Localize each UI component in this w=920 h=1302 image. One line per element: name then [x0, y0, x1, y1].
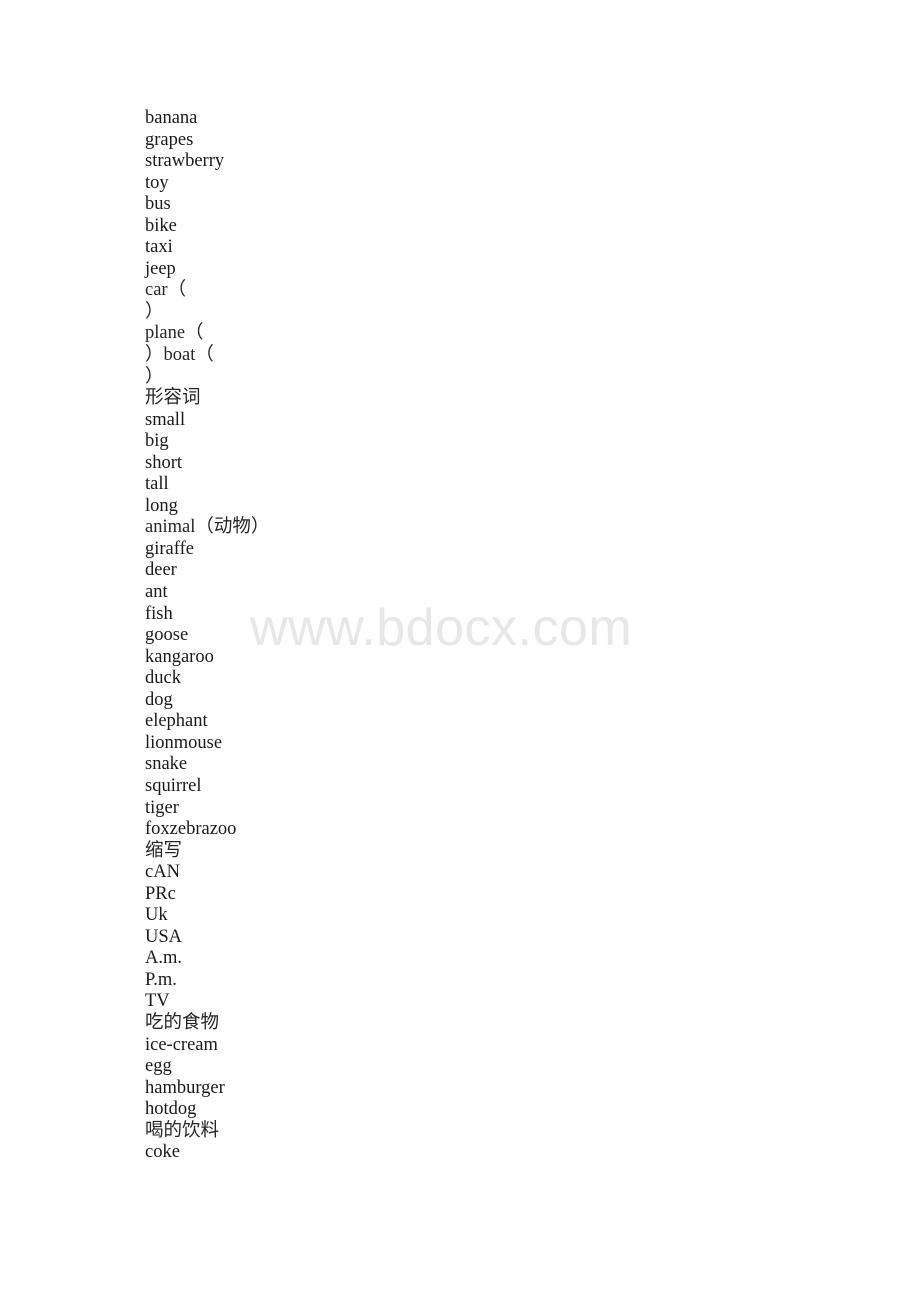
document-page: www.bdocx.com banana grapes strawberry toy b…	[0, 0, 920, 1302]
text-line: duck	[145, 668, 181, 689]
text-line: tiger	[145, 797, 179, 818]
text-line: giraffe	[145, 538, 194, 559]
text-line: 喝的饮料	[145, 1120, 220, 1141]
text-line: PRc	[145, 883, 176, 904]
text-line: coke	[145, 1142, 180, 1163]
text-line: TV	[145, 991, 170, 1012]
text-line: hotdog	[145, 1099, 197, 1120]
text-line: squirrel	[145, 775, 202, 796]
text-line: grapes	[145, 129, 194, 150]
text-line: P.m.	[145, 969, 177, 990]
text-line: strawberry	[145, 151, 225, 172]
text-line: hamburger	[145, 1077, 225, 1098]
text-line: ant	[145, 582, 168, 603]
text-line: bike	[145, 215, 177, 236]
text-line: animal（动物）	[145, 517, 270, 538]
text-line: goose	[145, 625, 189, 646]
text-line: dog	[145, 689, 173, 710]
text-line: tall	[145, 474, 169, 495]
text-line: toy	[145, 172, 169, 193]
text-line: 吃的食物	[145, 1012, 220, 1033]
text-line: elephant	[145, 711, 208, 732]
text-line: ）	[145, 301, 164, 322]
text-line: small	[145, 409, 186, 430]
text-line: fish	[145, 603, 173, 624]
text-line: snake	[145, 754, 188, 775]
text-line: plane（	[145, 323, 204, 344]
text-line: foxzebrazoo	[145, 819, 237, 840]
text-line: deer	[145, 560, 177, 581]
text-line: ）	[145, 366, 164, 387]
text-line: egg	[145, 1056, 172, 1077]
document-text-body: banana grapes strawberry toy bus bike taxi jeep…	[145, 108, 785, 1164]
text-line: 缩写	[145, 840, 183, 861]
text-line: USA	[145, 926, 183, 947]
text-line: big	[145, 431, 169, 452]
text-line: taxi	[145, 237, 173, 258]
text-line: ）boat（	[145, 345, 214, 366]
text-line: lionmouse	[145, 732, 223, 753]
text-line: long	[145, 495, 178, 516]
text-line: kangaroo	[145, 646, 214, 667]
text-line: banana	[145, 108, 198, 128]
text-line: short	[145, 452, 182, 473]
text-line: Uk	[145, 905, 168, 926]
text-line: car（	[145, 280, 187, 301]
text-line: cAN	[145, 862, 180, 883]
text-line: A.m.	[145, 948, 182, 969]
text-line: 形容词	[145, 388, 201, 409]
text-line: bus	[145, 194, 171, 215]
text-line: ice-cream	[145, 1034, 218, 1055]
text-line: jeep	[145, 258, 176, 279]
